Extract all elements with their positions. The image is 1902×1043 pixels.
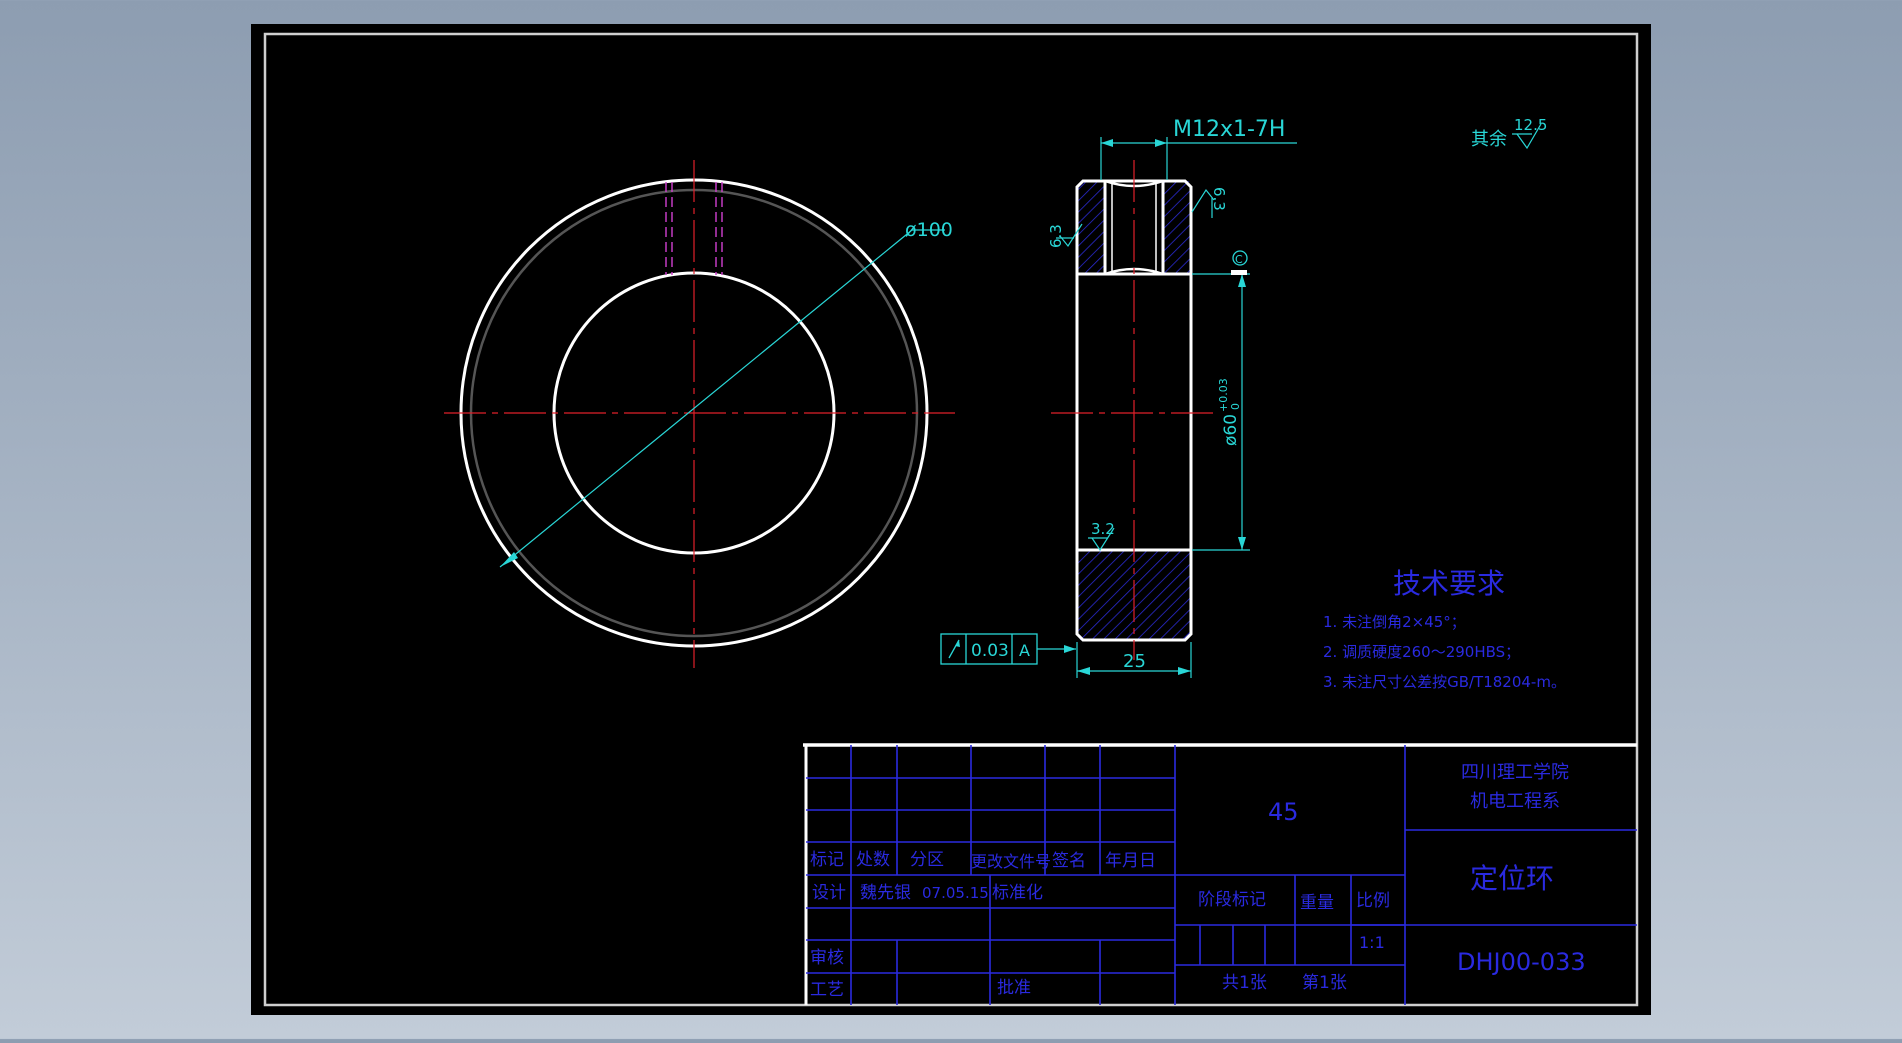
standardize: 标准化 xyxy=(992,883,1043,903)
svg-text:C: C xyxy=(1235,253,1243,266)
model-space xyxy=(251,24,1651,1015)
thread-callout: M12x1-7H xyxy=(1173,117,1285,142)
hdr-count: 处数 xyxy=(856,850,890,870)
svg-text:3.2: 3.2 xyxy=(1091,520,1115,538)
datum-bar xyxy=(1231,270,1247,275)
tech-req-title: 技术要求 xyxy=(1393,567,1505,600)
design-date: 07.05.15 xyxy=(922,884,989,902)
hdr-zone: 分区 xyxy=(910,850,944,870)
svg-text:6.3: 6.3 xyxy=(1047,224,1065,248)
drawing-number: DHJ00-033 xyxy=(1457,948,1586,976)
cad-viewport[interactable]: ø100 M12x1-7H ø60 +0.03 0 C 25 6.3 6.3 3… xyxy=(0,0,1902,1039)
width-label: 25 xyxy=(1123,651,1146,672)
design-label: 设计 xyxy=(812,883,846,903)
tech-req-item-3: 3. 未注尺寸公差按GB/T18204-m。 xyxy=(1323,673,1566,691)
scale-label: 比例 xyxy=(1356,891,1390,911)
school-line-2: 机电工程系 xyxy=(1470,791,1560,812)
hdr-change-doc: 更改文件号 xyxy=(971,852,1051,871)
outer-diameter-label: ø100 xyxy=(905,219,953,241)
hdr-date: 年月日 xyxy=(1105,851,1156,871)
approve: 批准 xyxy=(997,978,1031,998)
stage-mark: 阶段标记 xyxy=(1198,890,1266,910)
gdt-datum: A xyxy=(1019,641,1030,660)
drawing-sheet: ø100 M12x1-7H ø60 +0.03 0 C 25 6.3 6.3 3… xyxy=(251,24,1651,1015)
scale-value: 1:1 xyxy=(1359,933,1385,952)
process: 工艺 xyxy=(810,980,844,1000)
designer: 魏先银 xyxy=(860,883,911,903)
sheets-total: 共1张 xyxy=(1222,973,1267,993)
svg-text:6.3: 6.3 xyxy=(1210,187,1228,211)
weight: 重量 xyxy=(1300,893,1334,913)
tech-req-item-2: 2. 调质硬度260～290HBS； xyxy=(1323,643,1520,661)
hdr-signature: 签名 xyxy=(1052,851,1086,871)
bore-diameter-label: ø60 xyxy=(1221,414,1241,446)
material: 45 xyxy=(1268,798,1299,826)
part-name: 定位环 xyxy=(1470,862,1554,895)
sheet-no: 第1张 xyxy=(1302,973,1347,993)
hdr-mark: 标记 xyxy=(810,850,844,870)
rough-general-prefix: 其余 xyxy=(1471,129,1507,150)
bore-tol-lower: 0 xyxy=(1229,403,1242,410)
tech-req-item-1: 1. 未注倒角2×45°； xyxy=(1323,613,1466,631)
hatch-upper-right xyxy=(1163,181,1191,274)
hatch-upper-left xyxy=(1077,181,1105,274)
rough-general-value: 12.5 xyxy=(1514,116,1547,134)
gdt-tolerance: 0.03 xyxy=(971,641,1009,661)
school-line-1: 四川理工学院 xyxy=(1461,762,1569,783)
review: 审核 xyxy=(810,948,844,968)
